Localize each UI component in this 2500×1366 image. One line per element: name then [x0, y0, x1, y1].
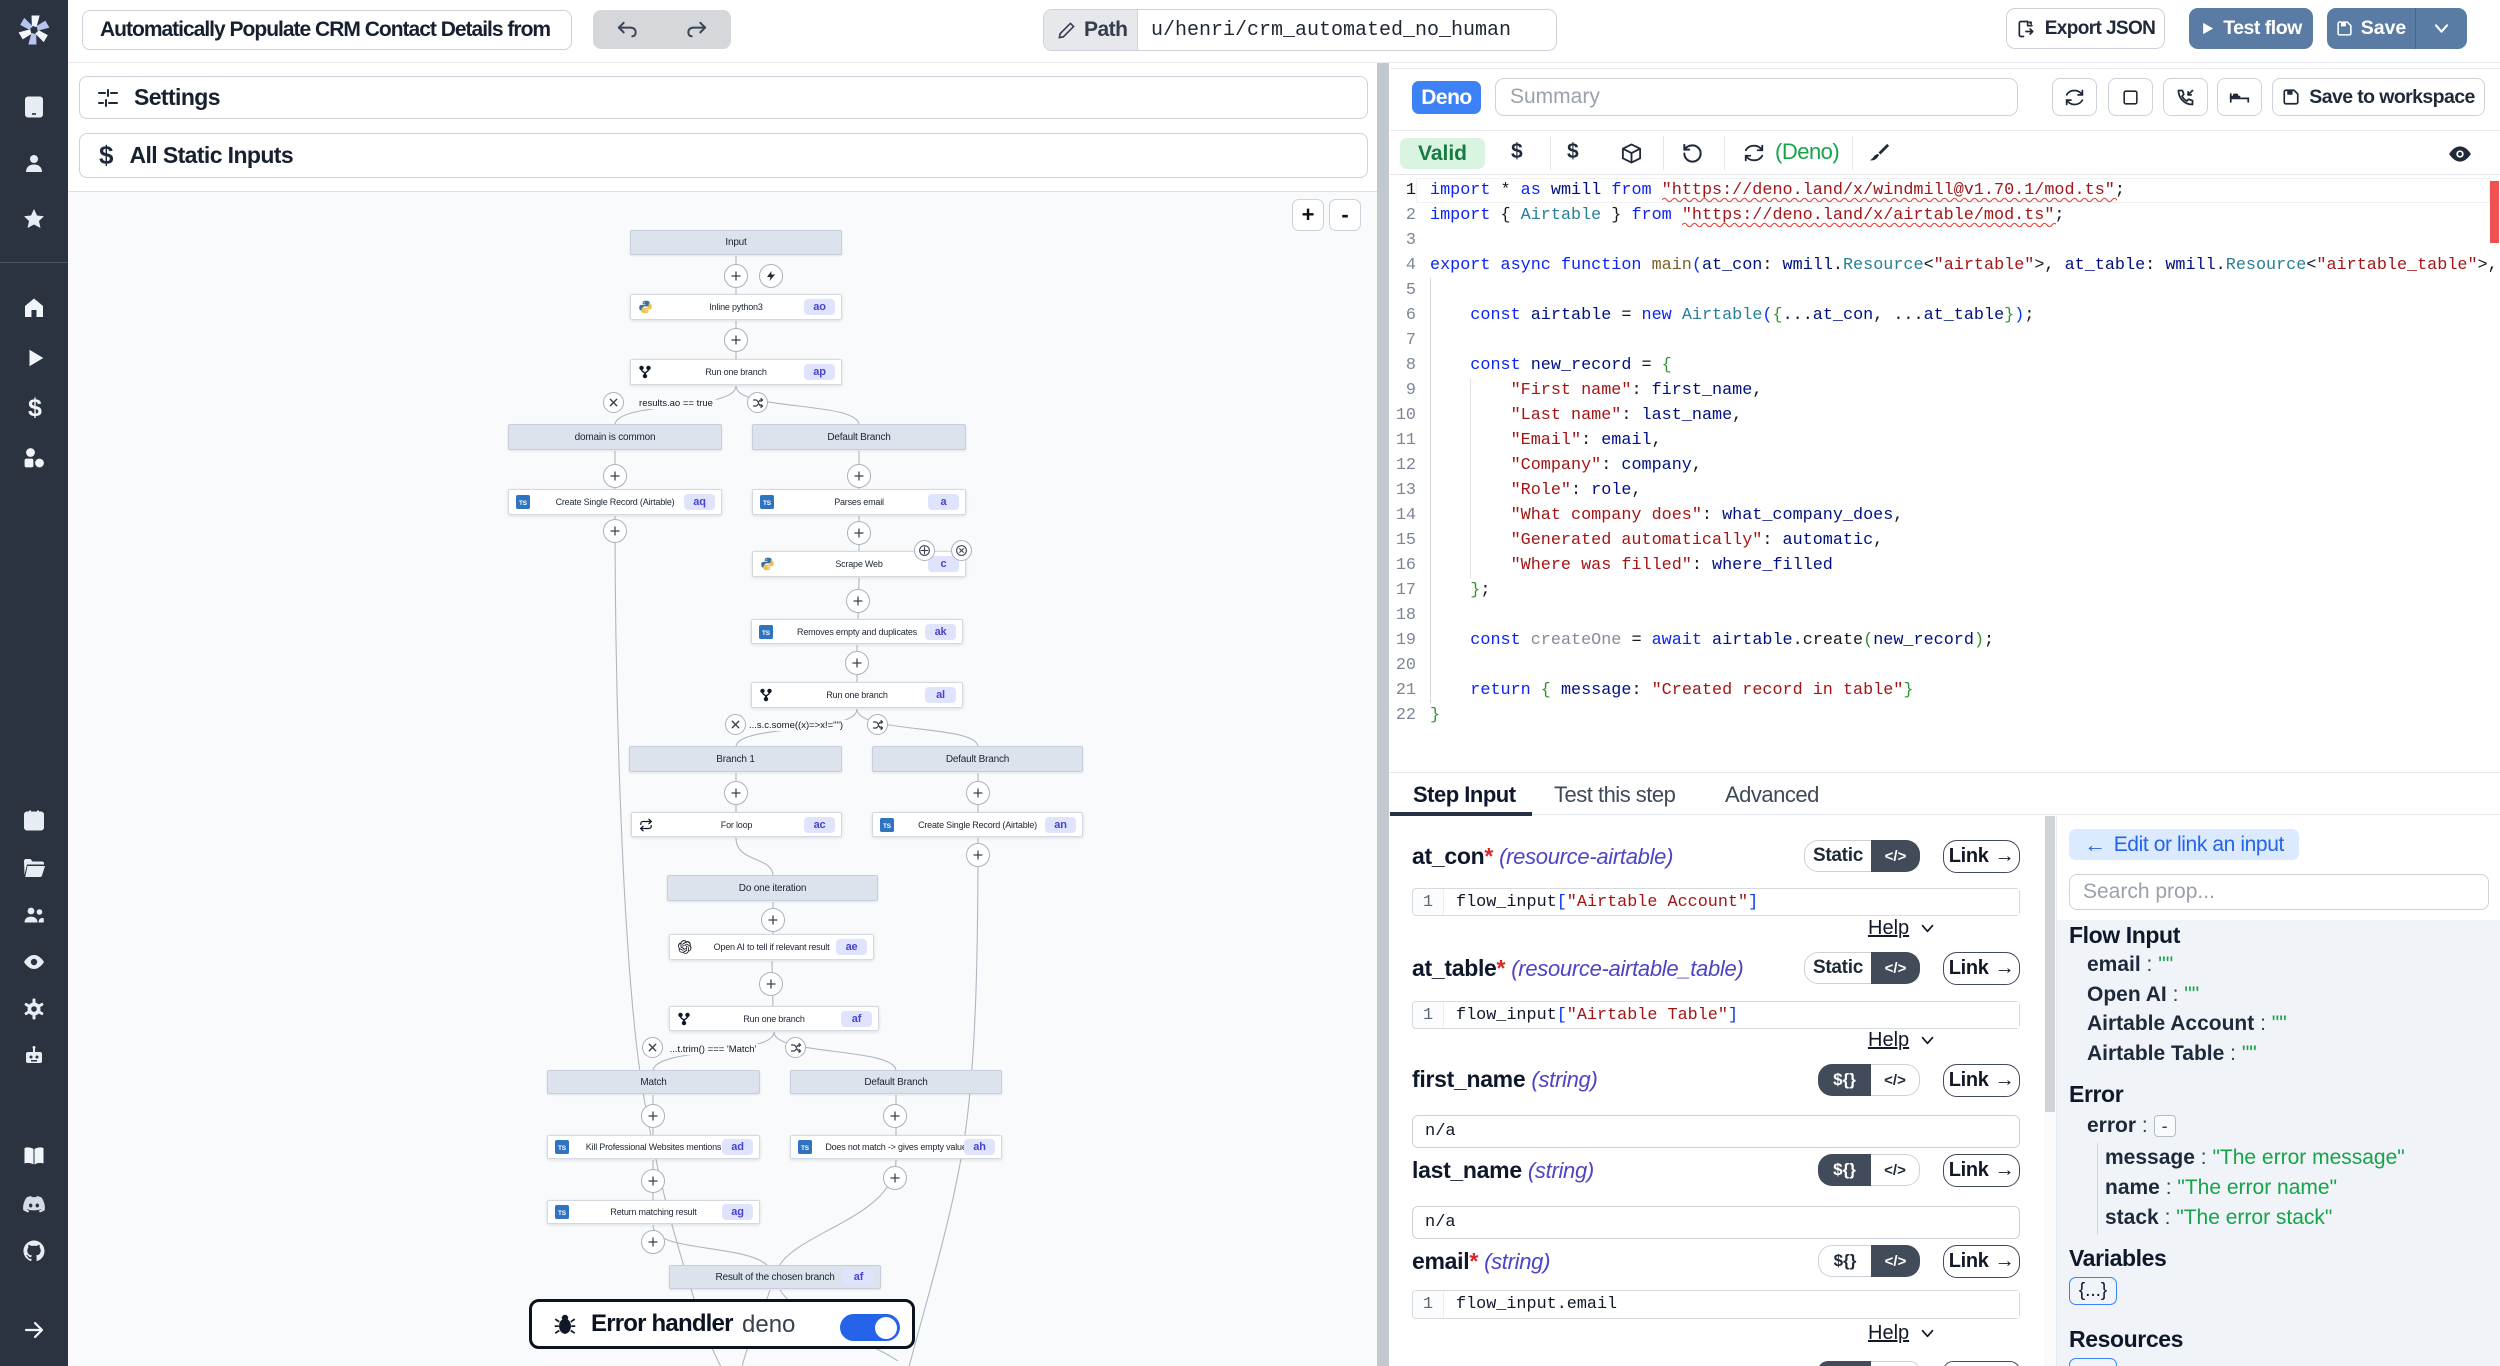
svg-text:TS: TS — [763, 500, 772, 507]
svg-text:TS: TS — [801, 1145, 810, 1152]
svg-text:TS: TS — [883, 822, 892, 829]
svg-text:TS: TS — [558, 1145, 567, 1152]
svg-text:TS: TS — [519, 500, 528, 507]
svg-text:TS: TS — [558, 1210, 567, 1217]
svg-text:TS: TS — [762, 629, 771, 636]
